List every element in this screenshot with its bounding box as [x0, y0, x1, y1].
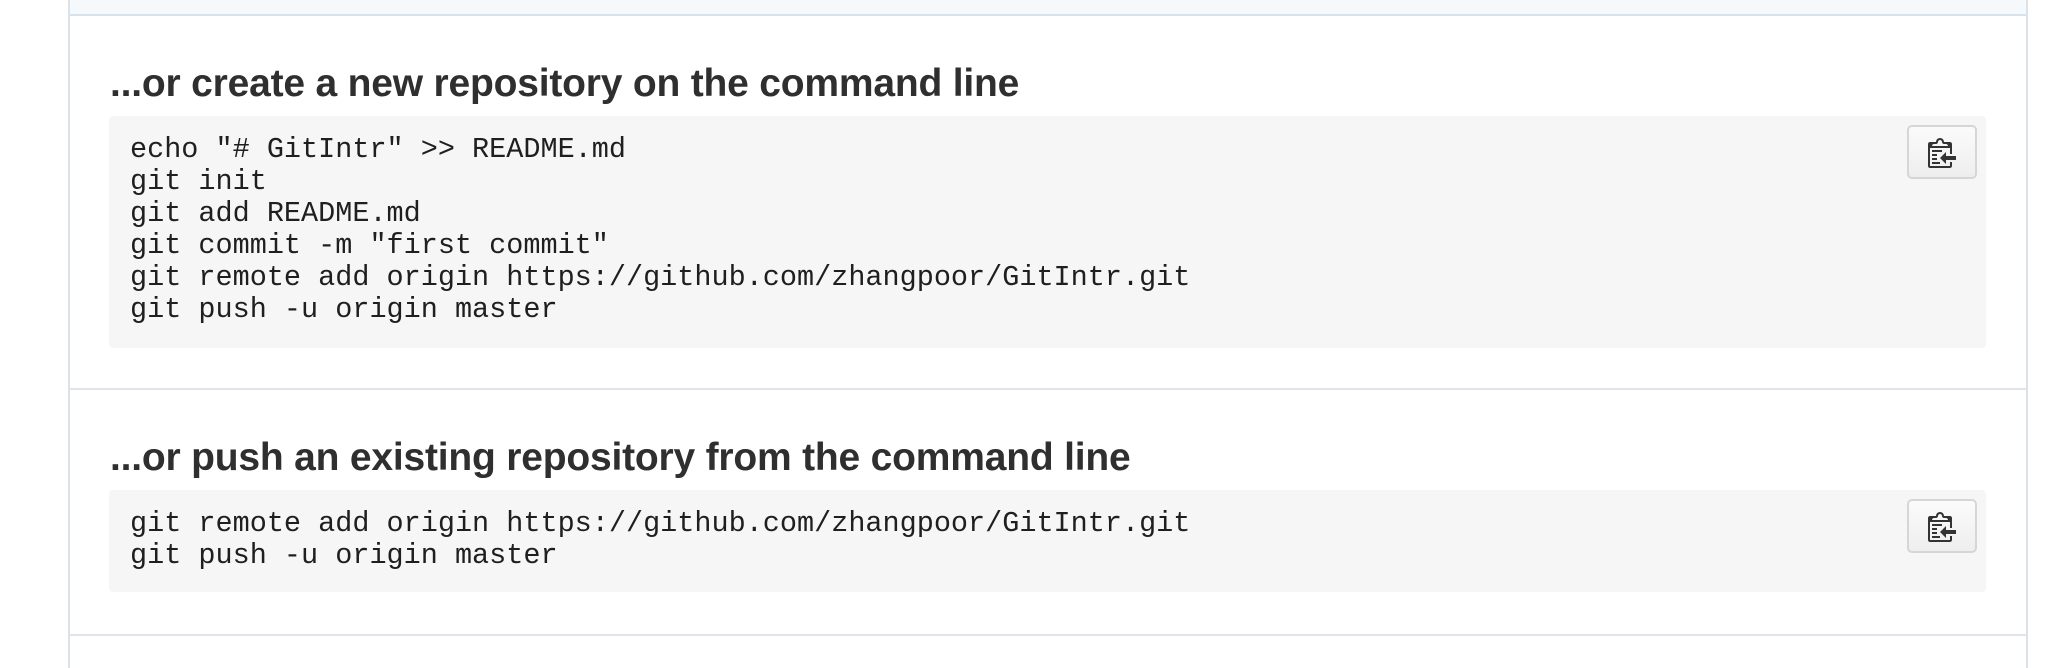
- code-line: git init: [130, 165, 267, 198]
- code-line: git commit -m "first commit": [130, 229, 609, 262]
- copy-push-commands-button[interactable]: [1907, 499, 1977, 553]
- push-repo-heading: ...or push an existing repository from t…: [110, 436, 1131, 479]
- create-repo-section: ...or create a new repository on the com…: [70, 16, 2026, 390]
- create-repo-code-box: echo "# GitIntr" >> README.md git init git…: [109, 116, 1986, 348]
- copy-create-commands-button[interactable]: [1907, 125, 1977, 179]
- code-line: git push -u origin master: [130, 293, 558, 326]
- top-panel-edge: [70, 0, 2026, 16]
- push-repo-code-box: git remote add origin https://github.com…: [109, 490, 1986, 592]
- push-repo-section: ...or push an existing repository from t…: [70, 390, 2026, 636]
- code-line: git add README.md: [130, 197, 421, 230]
- clippy-icon: [1928, 138, 1956, 168]
- code-line: git remote add origin https://github.com…: [130, 507, 1191, 540]
- push-repo-code[interactable]: git remote add origin https://github.com…: [130, 508, 1190, 572]
- code-line: echo "# GitIntr" >> README.md: [130, 133, 626, 166]
- code-line: git push -u origin master: [130, 539, 558, 572]
- create-repo-code[interactable]: echo "# GitIntr" >> README.md git init git…: [130, 134, 1190, 326]
- clippy-icon: [1928, 512, 1956, 542]
- create-repo-heading: ...or create a new repository on the com…: [110, 62, 1020, 105]
- code-line: git remote add origin https://github.com…: [130, 261, 1191, 294]
